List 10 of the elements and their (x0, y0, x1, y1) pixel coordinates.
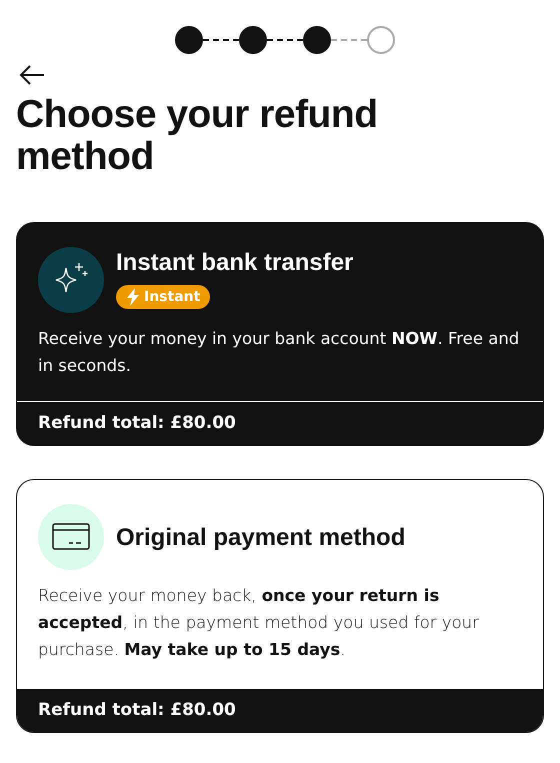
option-title: Instant bank transfer (116, 249, 354, 277)
refund-total: Refund total: £80.00 (17, 689, 543, 732)
credit-card-icon (52, 523, 90, 551)
option-description: Receive your money back, once your return is accepted, in the payment method you used for your purchase. May take up to 15 days. (38, 585, 480, 661)
instant-badge: Instant (116, 285, 210, 309)
page-title: Choose your refund method (16, 94, 379, 178)
refund-option-card[interactable]: Instant bank transfer Instant Receive your money in your bank account NOW. Free and in seconds. Refund total: £80.00 (16, 222, 544, 446)
option-title: Original payment method (116, 524, 406, 552)
refund-option-card[interactable]: Original payment method Receive your money back, once your return is accepted, in the payment method you used for your purchase. May take up to 15 days. Refund total: £80.00 (16, 479, 544, 733)
option-description: Receive your money in your bank account NOW. Free and in seconds. (38, 328, 520, 377)
